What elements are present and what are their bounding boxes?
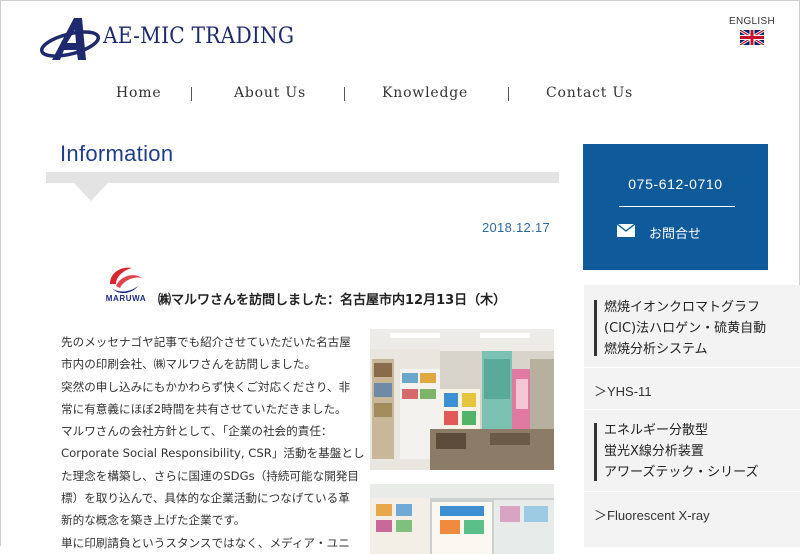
brand-name[interactable]: AE-MIC TRADING [103,24,294,49]
product-divider [584,367,800,368]
maruwa-logo-text: MARUWA [105,294,147,303]
nav-divider [344,87,345,101]
nav-divider [191,87,192,101]
product-divider [584,491,800,492]
main-nav: Home About Us Knowledge Contact Us [0,85,800,105]
contact-box: 075-612-0710 お問合せ [583,144,768,270]
post-title: ㈱マルワさんを訪問しました：名古屋市内12月13日（木） [158,293,507,308]
body-line: 常に有意義にほぼ2時間を共有させていただきました。 [61,401,347,416]
section-title: Information [60,141,174,166]
contact-link[interactable]: お問合せ [649,223,701,242]
nav-knowledge[interactable]: Knowledge [382,85,468,101]
nav-divider [508,87,509,101]
mail-icon[interactable] [617,224,635,237]
body-line: 先のメッセナゴヤ記事でも紹介させていただいた名古屋 [61,335,351,349]
section-title-arrow [74,183,108,201]
product-accent-bar [594,300,597,356]
body-line: た理念を構築し、さらに国連のSDGs（持続可能な開発目 [61,468,359,483]
nav-about-us[interactable]: About Us [234,85,306,101]
post-date: 2018.12.17 [482,220,551,235]
product-title-line[interactable]: 燃焼イオンクロマトグラフ [604,297,766,318]
uk-flag-icon[interactable] [740,30,764,45]
body-line: 新的な概念を築き上げた企業です。 [61,513,246,528]
product-link-fluorescent-x-ray[interactable]: ＞Fluorescent X-ray [594,505,710,524]
nav-contact-us[interactable]: Contact Us [546,85,633,101]
body-line: 市内の印刷会社、㈱マルワさんを訪問しました。 [61,357,317,372]
display-photo [370,484,554,554]
product-link-yhs-11[interactable]: ＞YHS-11 [594,381,652,400]
product-title[interactable]: 燃焼イオンクロマトグラフ (CIC)法ハロゲン・硫黄自動 燃焼分析システム [604,297,766,360]
section-title-bar [46,172,559,183]
language-label[interactable]: ENGLISH [724,16,780,27]
product-list: 燃焼イオンクロマトグラフ (CIC)法ハロゲン・硫黄自動 燃焼分析システム ＞Y… [584,285,800,547]
body-line: 突然の申し込みにもかかわらず快くご対応くださり、非 [61,379,351,394]
body-line: 単に印刷請負というスタンスではなく、メディア・ユニ [61,535,350,550]
body-line: マルワさんの会社方針として、「企業の社会的責任： [61,424,333,439]
product-accent-bar [594,423,597,481]
ae-mic-logo-icon[interactable] [38,14,102,62]
language-switch[interactable]: ENGLISH [724,16,780,45]
product-title-line[interactable]: エネルギー分散型 [604,420,758,441]
product-title-line[interactable]: 蛍光X線分析装置 [604,441,758,462]
body-line: 標）を取り込んで、具体的な企業活動につなげている革 [61,491,350,506]
phone-number[interactable]: 075-612-0710 [583,176,768,192]
nav-home[interactable]: Home [116,85,161,101]
office-photo [370,329,554,470]
product-title-line[interactable]: アワーズテック・シリーズ [604,462,758,483]
body-line: Corporate Social Responsibility, CSR」活動を… [61,446,365,461]
post-body: 先のメッセナゴヤ記事でも紹介させていただいた名古屋 市内の印刷会社、㈱マルワさん… [61,331,365,554]
contact-divider [619,206,735,207]
product-title[interactable]: エネルギー分散型 蛍光X線分析装置 アワーズテック・シリーズ [604,420,758,483]
product-title-line[interactable]: 燃焼分析システム [604,339,766,360]
product-title-line[interactable]: (CIC)法ハロゲン・硫黄自動 [604,318,766,339]
product-divider [584,409,800,410]
